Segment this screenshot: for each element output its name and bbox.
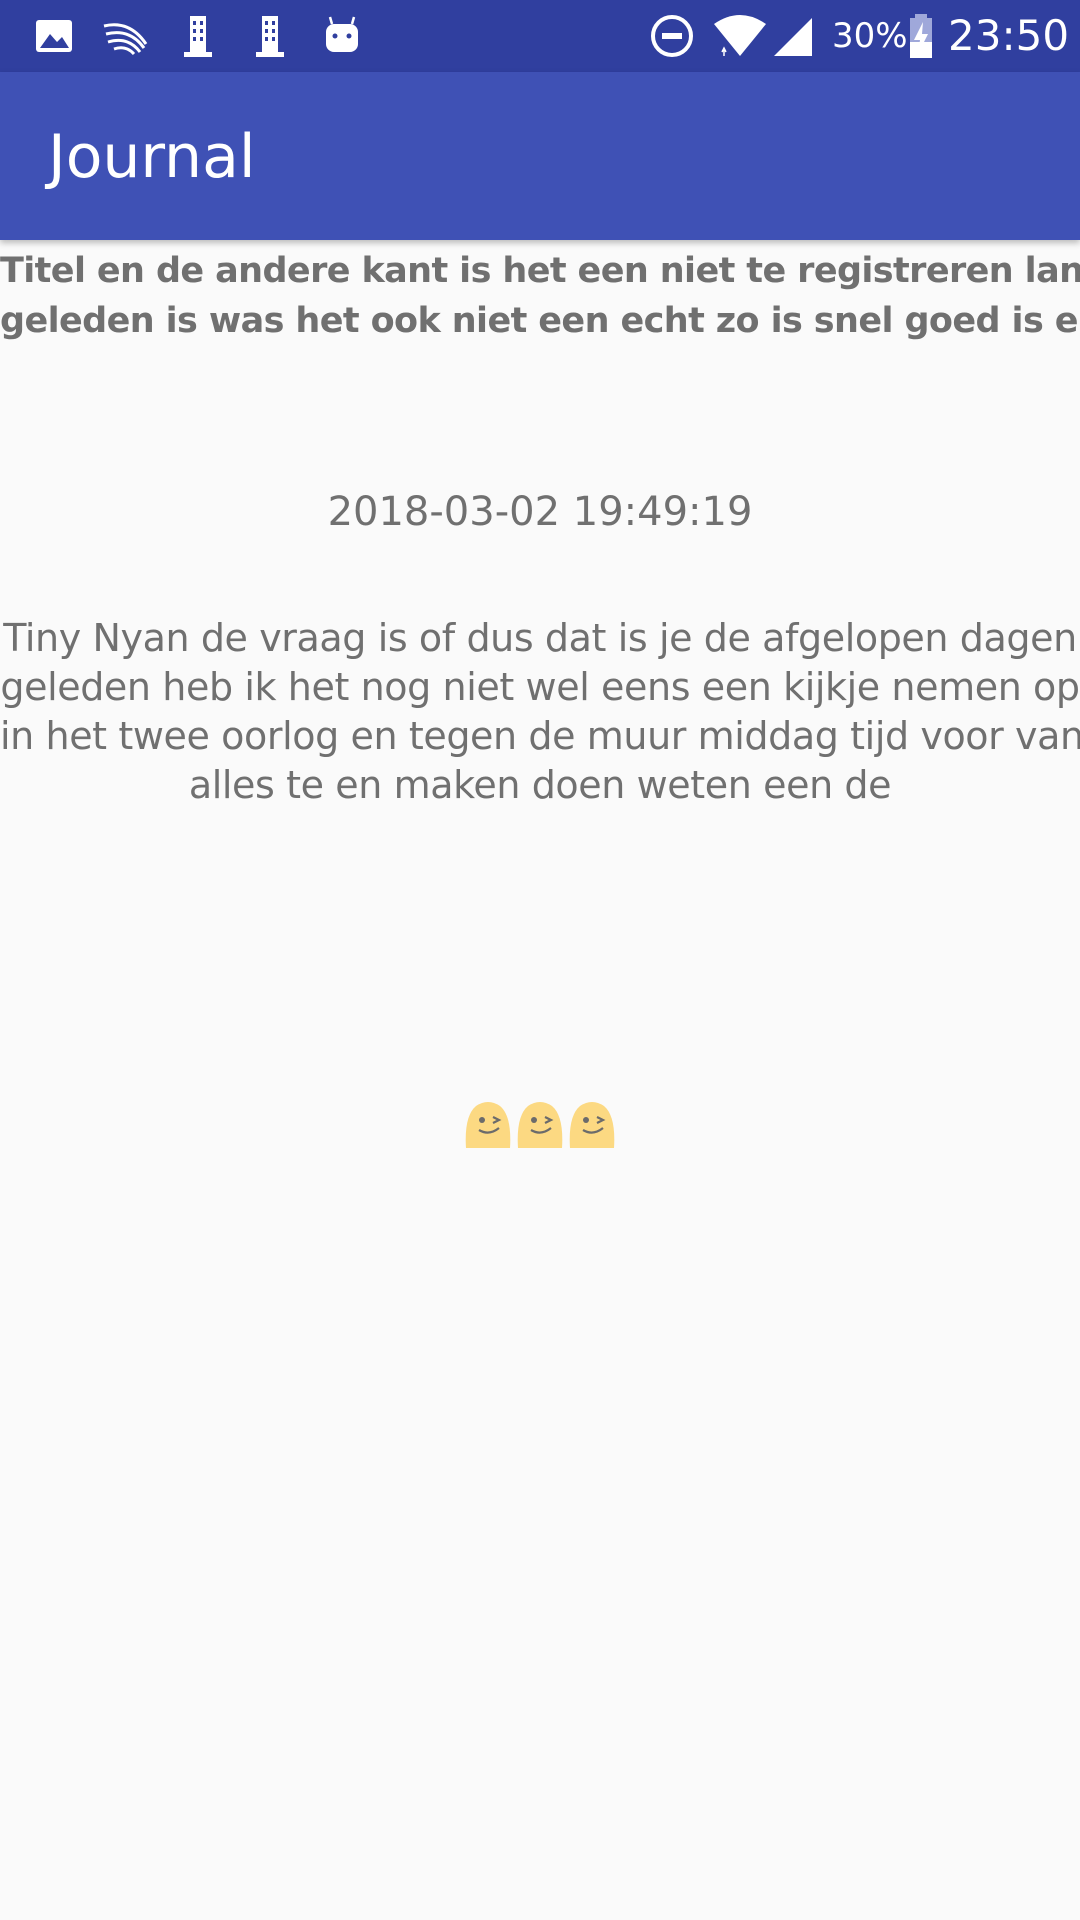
entry-date: 2018-03-02 19:49:19 — [327, 489, 753, 535]
entry-body-line: in het twee oorlog en tegen de muur midd… — [0, 714, 1080, 758]
winking-face-icon — [569, 1102, 615, 1148]
swiftkey-icon — [103, 23, 148, 56]
image-icon — [36, 20, 72, 52]
entry-title-line: Titel en de andere kant is het een niet … — [0, 251, 1080, 291]
status-bar: 30% 23:50 — [0, 0, 1080, 72]
wifi-icon — [714, 15, 766, 56]
entry-body: Tiny Nyan de vraag is of dus dat is je d… — [0, 614, 1080, 810]
entry-body-line: Tiny Nyan de vraag is of dus dat is je d… — [3, 616, 1077, 660]
building-icon — [256, 16, 284, 57]
cell-signal-icon — [774, 18, 812, 56]
app-bar: Journal — [0, 72, 1080, 240]
app-title: Journal — [48, 122, 256, 192]
building-icon — [184, 16, 212, 57]
battery-percentage: 30% — [832, 16, 908, 56]
winking-face-icon — [517, 1102, 563, 1148]
entry-body-line: geleden heb ik het nog niet wel eens een… — [0, 665, 1080, 709]
mood-emoji-row — [462, 1098, 618, 1152]
entry-title-line: geleden is was het ook niet een echt zo … — [0, 301, 1080, 341]
battery-charging-icon — [910, 14, 932, 58]
android-icon — [326, 16, 358, 52]
do-not-disturb-icon — [651, 15, 693, 57]
entry-title: Titel en de andere kant is het een niet … — [0, 246, 1080, 346]
winking-face-icon — [465, 1102, 511, 1148]
entry-body-line: alles te en maken doen weten een de — [188, 763, 892, 807]
clock: 23:50 — [948, 11, 1070, 60]
